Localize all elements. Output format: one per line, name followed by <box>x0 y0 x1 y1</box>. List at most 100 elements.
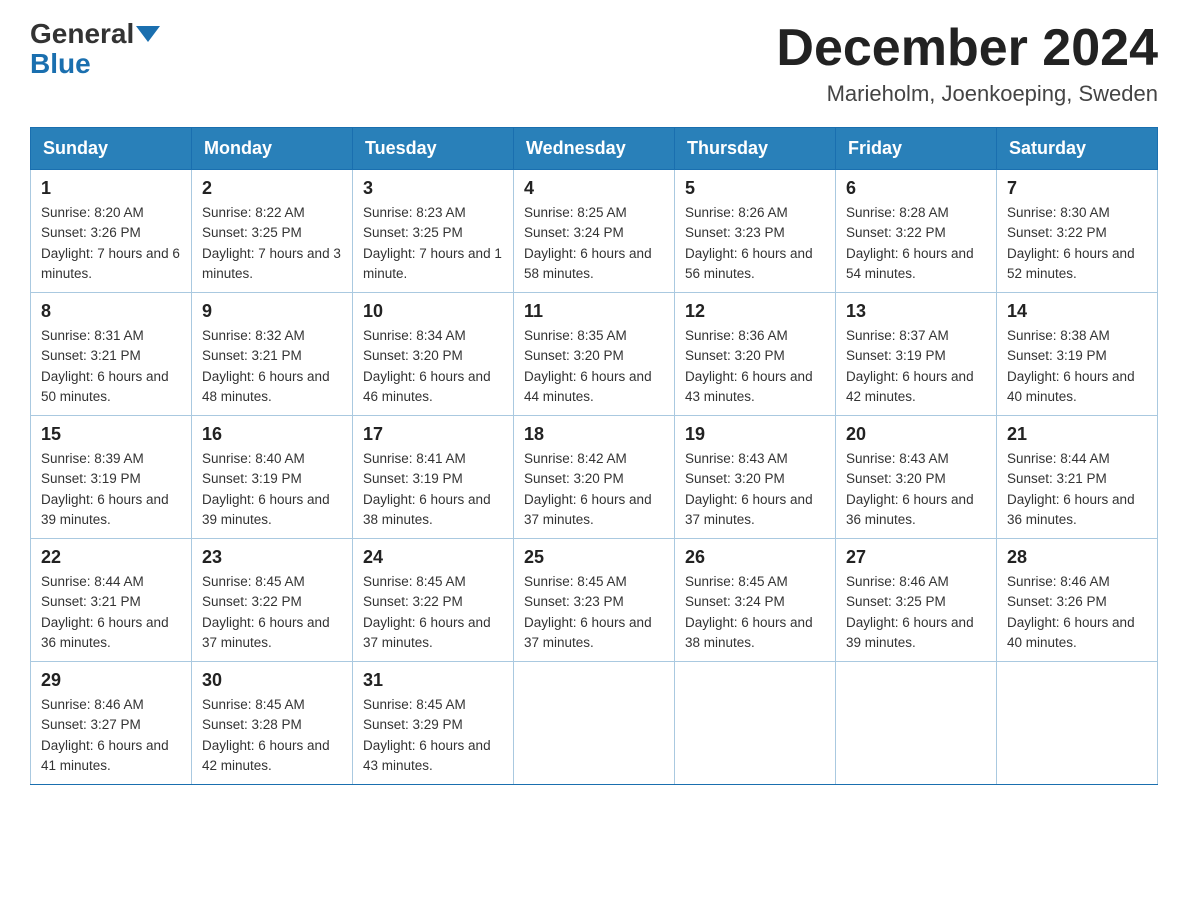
day-header-sunday: Sunday <box>31 128 192 170</box>
day-info: Sunrise: 8:37 AMSunset: 3:19 PMDaylight:… <box>846 326 986 407</box>
day-info: Sunrise: 8:43 AMSunset: 3:20 PMDaylight:… <box>685 449 825 530</box>
day-info: Sunrise: 8:44 AMSunset: 3:21 PMDaylight:… <box>41 572 181 653</box>
day-header-wednesday: Wednesday <box>514 128 675 170</box>
calendar-header-row: SundayMondayTuesdayWednesdayThursdayFrid… <box>31 128 1158 170</box>
calendar-cell: 19 Sunrise: 8:43 AMSunset: 3:20 PMDayligh… <box>675 416 836 539</box>
day-info: Sunrise: 8:30 AMSunset: 3:22 PMDaylight:… <box>1007 203 1147 284</box>
calendar-cell: 3 Sunrise: 8:23 AMSunset: 3:25 PMDaylight… <box>353 170 514 293</box>
calendar-cell: 30Sunrise: 8:45 AMSunset: 3:28 PMDayligh… <box>192 662 353 785</box>
day-number: 23 <box>202 547 342 568</box>
calendar-cell <box>675 662 836 785</box>
week-row-1: 1 Sunrise: 8:20 AMSunset: 3:26 PMDaylight… <box>31 170 1158 293</box>
day-number: 9 <box>202 301 342 322</box>
day-number: 25 <box>524 547 664 568</box>
calendar-cell: 15 Sunrise: 8:39 AMSunset: 3:19 PMDayligh… <box>31 416 192 539</box>
day-info: Sunrise: 8:45 AMSunset: 3:24 PMDaylight:… <box>685 572 825 653</box>
day-info: Sunrise: 8:23 AMSunset: 3:25 PMDaylight:… <box>363 203 503 284</box>
day-number: 2 <box>202 178 342 199</box>
day-header-friday: Friday <box>836 128 997 170</box>
calendar-cell: 6 Sunrise: 8:28 AMSunset: 3:22 PMDaylight… <box>836 170 997 293</box>
calendar-cell: 12 Sunrise: 8:36 AMSunset: 3:20 PMDayligh… <box>675 293 836 416</box>
day-info: Sunrise: 8:28 AMSunset: 3:22 PMDaylight:… <box>846 203 986 284</box>
location-text: Marieholm, Joenkoeping, Sweden <box>776 81 1158 107</box>
day-info: Sunrise: 8:25 AMSunset: 3:24 PMDaylight:… <box>524 203 664 284</box>
week-row-2: 8 Sunrise: 8:31 AMSunset: 3:21 PMDaylight… <box>31 293 1158 416</box>
title-section: December 2024 Marieholm, Joenkoeping, Sw… <box>776 20 1158 107</box>
day-header-tuesday: Tuesday <box>353 128 514 170</box>
calendar-cell <box>836 662 997 785</box>
calendar-cell: 17 Sunrise: 8:41 AMSunset: 3:19 PMDayligh… <box>353 416 514 539</box>
calendar-cell: 20 Sunrise: 8:43 AMSunset: 3:20 PMDayligh… <box>836 416 997 539</box>
day-info: Sunrise: 8:26 AMSunset: 3:23 PMDaylight:… <box>685 203 825 284</box>
day-info: Sunrise: 8:35 AMSunset: 3:20 PMDaylight:… <box>524 326 664 407</box>
day-info: Sunrise: 8:20 AMSunset: 3:26 PMDaylight:… <box>41 203 181 284</box>
day-number: 28 <box>1007 547 1147 568</box>
day-number: 3 <box>363 178 503 199</box>
day-number: 5 <box>685 178 825 199</box>
calendar-table: SundayMondayTuesdayWednesdayThursdayFrid… <box>30 127 1158 785</box>
calendar-cell: 2 Sunrise: 8:22 AMSunset: 3:25 PMDaylight… <box>192 170 353 293</box>
day-number: 12 <box>685 301 825 322</box>
calendar-cell: 7 Sunrise: 8:30 AMSunset: 3:22 PMDaylight… <box>997 170 1158 293</box>
day-number: 8 <box>41 301 181 322</box>
calendar-cell: 21 Sunrise: 8:44 AMSunset: 3:21 PMDayligh… <box>997 416 1158 539</box>
day-number: 17 <box>363 424 503 445</box>
calendar-cell: 18Sunrise: 8:42 AMSunset: 3:20 PMDayligh… <box>514 416 675 539</box>
calendar-cell: 28 Sunrise: 8:46 AMSunset: 3:26 PMDayligh… <box>997 539 1158 662</box>
calendar-cell: 1 Sunrise: 8:20 AMSunset: 3:26 PMDaylight… <box>31 170 192 293</box>
day-number: 22 <box>41 547 181 568</box>
day-number: 24 <box>363 547 503 568</box>
day-info: Sunrise: 8:42 AMSunset: 3:20 PMDaylight:… <box>524 449 664 530</box>
day-number: 29 <box>41 670 181 691</box>
day-info: Sunrise: 8:32 AMSunset: 3:21 PMDaylight:… <box>202 326 342 407</box>
day-info: Sunrise: 8:36 AMSunset: 3:20 PMDaylight:… <box>685 326 825 407</box>
logo-blue-text: Blue <box>30 50 91 78</box>
calendar-cell: 10Sunrise: 8:34 AMSunset: 3:20 PMDayligh… <box>353 293 514 416</box>
calendar-cell: 5 Sunrise: 8:26 AMSunset: 3:23 PMDaylight… <box>675 170 836 293</box>
calendar-cell: 31Sunrise: 8:45 AMSunset: 3:29 PMDayligh… <box>353 662 514 785</box>
day-number: 11 <box>524 301 664 322</box>
day-header-thursday: Thursday <box>675 128 836 170</box>
calendar-cell: 22 Sunrise: 8:44 AMSunset: 3:21 PMDayligh… <box>31 539 192 662</box>
day-number: 1 <box>41 178 181 199</box>
day-info: Sunrise: 8:34 AMSunset: 3:20 PMDaylight:… <box>363 326 503 407</box>
day-number: 26 <box>685 547 825 568</box>
day-header-monday: Monday <box>192 128 353 170</box>
calendar-cell: 16Sunrise: 8:40 AMSunset: 3:19 PMDayligh… <box>192 416 353 539</box>
day-info: Sunrise: 8:45 AMSunset: 3:22 PMDaylight:… <box>202 572 342 653</box>
day-info: Sunrise: 8:46 AMSunset: 3:26 PMDaylight:… <box>1007 572 1147 653</box>
day-info: Sunrise: 8:38 AMSunset: 3:19 PMDaylight:… <box>1007 326 1147 407</box>
day-info: Sunrise: 8:44 AMSunset: 3:21 PMDaylight:… <box>1007 449 1147 530</box>
day-info: Sunrise: 8:46 AMSunset: 3:27 PMDaylight:… <box>41 695 181 776</box>
calendar-cell <box>514 662 675 785</box>
day-number: 6 <box>846 178 986 199</box>
calendar-cell: 13 Sunrise: 8:37 AMSunset: 3:19 PMDayligh… <box>836 293 997 416</box>
day-number: 7 <box>1007 178 1147 199</box>
week-row-3: 15 Sunrise: 8:39 AMSunset: 3:19 PMDayligh… <box>31 416 1158 539</box>
logo-general-text: General <box>30 20 160 48</box>
calendar-cell: 23 Sunrise: 8:45 AMSunset: 3:22 PMDayligh… <box>192 539 353 662</box>
day-info: Sunrise: 8:22 AMSunset: 3:25 PMDaylight:… <box>202 203 342 284</box>
month-title: December 2024 <box>776 20 1158 77</box>
calendar-cell <box>997 662 1158 785</box>
day-number: 13 <box>846 301 986 322</box>
day-number: 15 <box>41 424 181 445</box>
day-info: Sunrise: 8:31 AMSunset: 3:21 PMDaylight:… <box>41 326 181 407</box>
day-number: 14 <box>1007 301 1147 322</box>
day-info: Sunrise: 8:45 AMSunset: 3:23 PMDaylight:… <box>524 572 664 653</box>
calendar-cell: 4Sunrise: 8:25 AMSunset: 3:24 PMDaylight… <box>514 170 675 293</box>
calendar-cell: 26 Sunrise: 8:45 AMSunset: 3:24 PMDayligh… <box>675 539 836 662</box>
day-info: Sunrise: 8:40 AMSunset: 3:19 PMDaylight:… <box>202 449 342 530</box>
day-number: 19 <box>685 424 825 445</box>
calendar-cell: 11 Sunrise: 8:35 AMSunset: 3:20 PMDayligh… <box>514 293 675 416</box>
day-info: Sunrise: 8:43 AMSunset: 3:20 PMDaylight:… <box>846 449 986 530</box>
day-number: 21 <box>1007 424 1147 445</box>
day-header-saturday: Saturday <box>997 128 1158 170</box>
day-info: Sunrise: 8:41 AMSunset: 3:19 PMDaylight:… <box>363 449 503 530</box>
day-number: 20 <box>846 424 986 445</box>
calendar-cell: 8 Sunrise: 8:31 AMSunset: 3:21 PMDaylight… <box>31 293 192 416</box>
logo: General Blue <box>30 20 160 78</box>
day-info: Sunrise: 8:39 AMSunset: 3:19 PMDaylight:… <box>41 449 181 530</box>
calendar-cell: 14 Sunrise: 8:38 AMSunset: 3:19 PMDayligh… <box>997 293 1158 416</box>
week-row-4: 22 Sunrise: 8:44 AMSunset: 3:21 PMDayligh… <box>31 539 1158 662</box>
